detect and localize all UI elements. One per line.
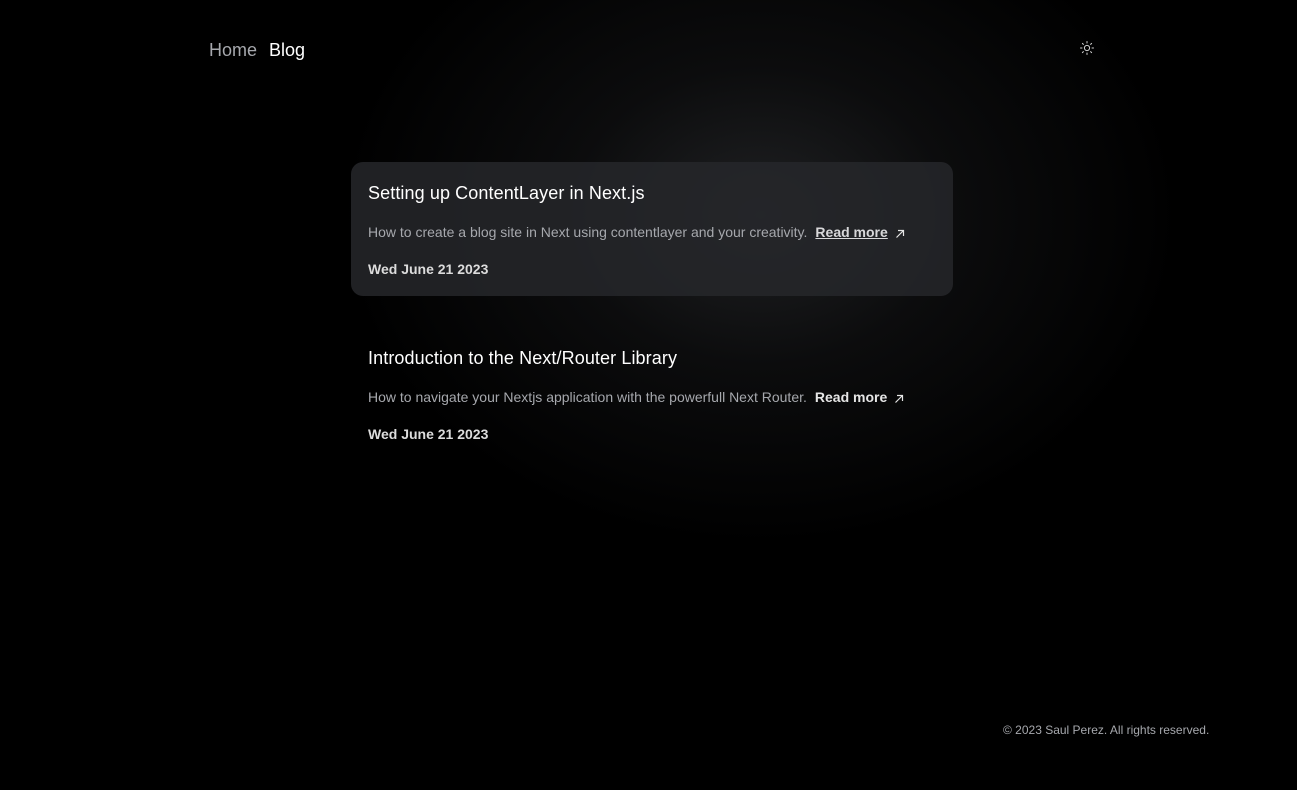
- post-description: How to navigate your Nextjs application …: [368, 389, 807, 405]
- footer-copyright: © 2023 Saul Perez. All rights reserved.: [1003, 723, 1210, 737]
- post-date: Wed June 21 2023: [368, 261, 489, 277]
- page: Home Blog Setting up ContentLayer in Nex…: [0, 0, 1297, 790]
- post-card[interactable]: Setting up ContentLayer in Next.js How t…: [351, 162, 953, 296]
- main-nav: Home Blog: [209, 40, 305, 61]
- read-more-link[interactable]: Read more: [815, 223, 887, 241]
- sun-icon: [1080, 41, 1094, 55]
- post-description: How to create a blog site in Next using …: [368, 224, 808, 240]
- arrow-up-right-icon: [895, 394, 904, 403]
- nav-blog-link[interactable]: Blog: [269, 40, 305, 61]
- post-description-row: How to create a blog site in Next using …: [368, 223, 936, 241]
- post-date: Wed June 21 2023: [368, 426, 489, 442]
- read-more-link[interactable]: Read more: [815, 388, 887, 406]
- nav-home-link[interactable]: Home: [209, 40, 257, 61]
- post-card[interactable]: Introduction to the Next/Router Library …: [351, 327, 953, 461]
- post-title[interactable]: Setting up ContentLayer in Next.js: [368, 182, 936, 204]
- arrow-up-right-icon: [895, 229, 904, 238]
- theme-toggle-button[interactable]: [1079, 40, 1095, 56]
- post-list: Setting up ContentLayer in Next.js How t…: [351, 162, 953, 492]
- post-description-row: How to navigate your Nextjs application …: [368, 388, 936, 406]
- post-title[interactable]: Introduction to the Next/Router Library: [368, 347, 936, 369]
